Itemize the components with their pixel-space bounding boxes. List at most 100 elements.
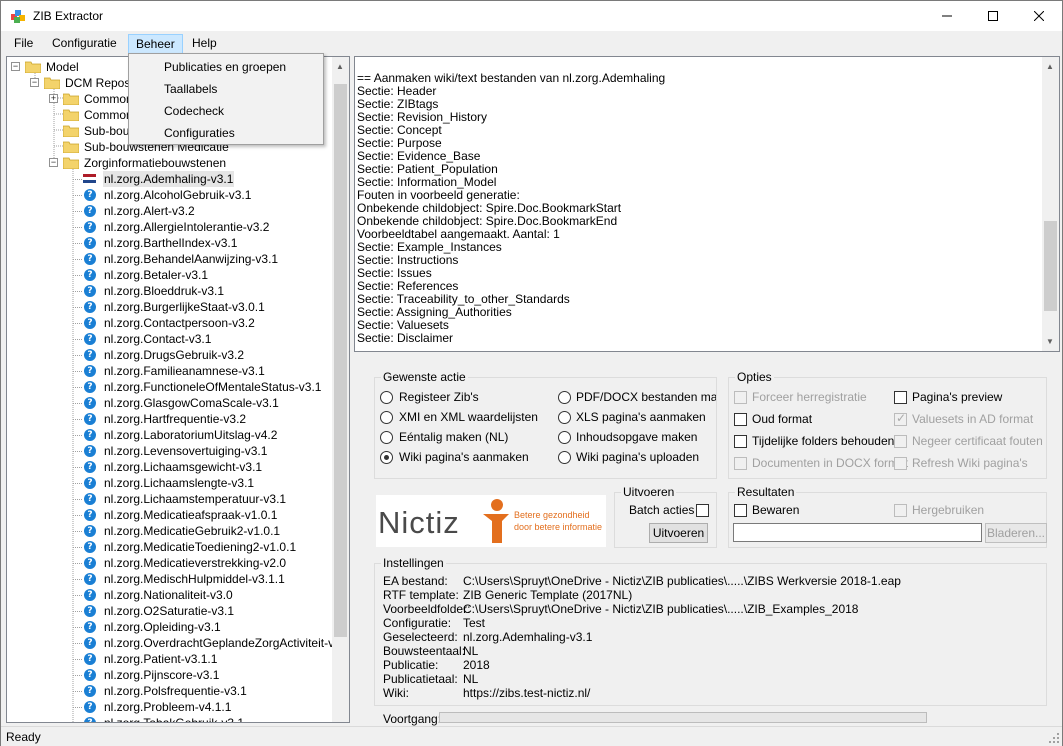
help-icon: ? [84, 285, 96, 297]
tree-label: nl.zorg.Levensovertuiging-v3.1 [104, 444, 268, 458]
collapse-icon[interactable]: − [30, 78, 39, 87]
uitvoeren-button[interactable]: Uitvoeren [649, 523, 708, 543]
instelling-value: Test [463, 616, 486, 630]
minimize-icon [942, 15, 952, 17]
tree-label: nl.zorg.Bloeddruk-v3.1 [104, 284, 225, 298]
help-icon: ? [84, 637, 96, 649]
maximize-button[interactable] [970, 1, 1016, 31]
resultaten-path-input[interactable] [733, 523, 982, 542]
tree-scrollbar[interactable]: ▲ [332, 57, 349, 722]
instelling-label: RTF template: [383, 588, 459, 602]
log-scrollbar[interactable]: ▲ ▼ [1042, 57, 1059, 351]
app-window: ZIB Extractor File Configuratie Beheer H… [0, 0, 1063, 746]
label-wiki-aanmaken: Wiki pagina's aanmaken [399, 450, 529, 464]
tree-label: nl.zorg.GlasgowComaScale-v3.1 [104, 396, 279, 410]
voortgang-label: Voortgang: [383, 712, 442, 726]
tree-label: nl.zorg.Medicatieverstrekking-v2.0 [104, 556, 287, 570]
tree-label: nl.zorg.Alert-v3.2 [104, 204, 195, 218]
tree-scroll-thumb[interactable] [334, 84, 347, 637]
help-icon: ? [84, 237, 96, 249]
radio-inhoudsopgave[interactable] [558, 431, 571, 444]
resize-grip-icon[interactable] [1048, 732, 1060, 744]
help-icon: ? [84, 349, 96, 361]
check-negeer-cert[interactable] [894, 435, 907, 448]
menu-file[interactable]: File [7, 34, 40, 54]
window-title: ZIB Extractor [33, 9, 104, 23]
menu-item-configuraties[interactable]: Configuraties [164, 126, 235, 140]
app-icon [11, 10, 25, 23]
menu-configuratie[interactable]: Configuratie [45, 34, 124, 54]
collapse-icon[interactable]: − [49, 158, 58, 167]
radio-wiki-uploaden[interactable] [558, 451, 571, 464]
check-valuesets-ad[interactable] [894, 411, 907, 426]
tree-label: Zorginformatiebouwstenen [84, 156, 227, 170]
scroll-down-icon[interactable]: ▼ [1046, 337, 1054, 346]
label-forceer: Forceer herregistratie [752, 390, 867, 404]
label-eentalig: Eéntalig maken (NL) [399, 430, 509, 444]
check-tijdelijke-folders[interactable] [734, 435, 747, 448]
model-tree[interactable]: − Model − DCM Reposit + Common CommonI Sub-bouw… [6, 56, 350, 723]
expand-icon[interactable]: + [49, 94, 58, 103]
radio-pdf-docx[interactable] [558, 391, 571, 404]
folder-icon [62, 93, 80, 106]
close-button[interactable] [1016, 1, 1062, 31]
check-batch-acties[interactable] [696, 504, 709, 517]
tree-label: nl.zorg.BehandelAanwijzing-v3.1 [104, 252, 279, 266]
minimize-button[interactable] [924, 1, 970, 31]
help-icon: ? [84, 493, 96, 505]
tree-label: nl.zorg.Lichaamsgewicht-v3.1 [104, 460, 263, 474]
resultaten-title: Resultaten [735, 485, 797, 499]
radio-registeer[interactable] [380, 391, 393, 404]
tree-label: Common [84, 92, 133, 106]
check-hergebruiken[interactable] [894, 504, 907, 517]
instelling-value: C:\Users\Spruyt\OneDrive - Nictiz\ZIB pu… [463, 574, 901, 588]
help-icon: ? [84, 189, 96, 201]
menu-item-publicaties[interactable]: Publicaties en groepen [164, 60, 286, 74]
radio-xmi[interactable] [380, 411, 393, 424]
help-icon: ? [84, 205, 96, 217]
tree-label: nl.zorg.MedicatieGebruik2-v1.0.1 [104, 524, 281, 538]
check-forceer[interactable] [734, 391, 747, 404]
scroll-up-icon[interactable]: ▲ [1046, 62, 1054, 71]
tree-label: nl.zorg.Nationaliteit-v3.0 [104, 588, 233, 602]
folder-icon [62, 157, 80, 170]
tree-label: nl.zorg.Opleiding-v3.1 [104, 620, 221, 634]
menu-help[interactable]: Help [185, 34, 224, 54]
instellingen-title: Instellingen [381, 556, 446, 570]
check-refresh-wiki[interactable] [894, 457, 907, 470]
tree-label: Model [46, 60, 79, 74]
log-scroll-thumb[interactable] [1044, 221, 1057, 311]
help-icon: ? [84, 365, 96, 377]
scroll-up-icon[interactable]: ▲ [336, 62, 344, 71]
check-preview[interactable] [894, 391, 907, 404]
tree-label: nl.zorg.O2Saturatie-v3.1 [104, 604, 235, 618]
radio-eentalig[interactable] [380, 431, 393, 444]
check-bewaren[interactable] [734, 504, 747, 517]
tree-label: nl.zorg.Lichaamstemperatuur-v3.1 [104, 492, 287, 506]
menu-item-codecheck[interactable]: Codecheck [164, 104, 224, 118]
menu-item-taallabels[interactable]: Taallabels [164, 82, 217, 96]
check-docx-format[interactable] [734, 457, 747, 470]
log-output[interactable]: == Aanmaken wiki/text bestanden van nl.z… [354, 56, 1060, 352]
instelling-value: C:\Users\Spruyt\OneDrive - Nictiz\ZIB pu… [463, 602, 859, 616]
help-icon: ? [84, 589, 96, 601]
label-xmi: XMI en XML waardelijsten [399, 410, 538, 424]
check-oud-format[interactable] [734, 413, 747, 426]
help-icon: ? [84, 301, 96, 313]
bladeren-button[interactable]: Bladeren... [985, 523, 1047, 543]
label-batch-acties: Batch acties [629, 503, 695, 517]
collapse-icon[interactable]: − [11, 62, 20, 71]
instelling-value: NL [463, 672, 479, 686]
help-icon: ? [84, 397, 96, 409]
menu-beheer[interactable]: Beheer [128, 34, 183, 54]
status-text: Ready [6, 730, 41, 744]
tree-label: nl.zorg.Hartfrequentie-v3.2 [104, 412, 247, 426]
instelling-label: Publicatie: [383, 658, 439, 672]
radio-xls[interactable] [558, 411, 571, 424]
tree-label: nl.zorg.LaboratoriumUitslag-v4.2 [104, 428, 278, 442]
tree-label: nl.zorg.Medicatieafspraak-v1.0.1 [104, 508, 278, 522]
instelling-value: 2018 [463, 658, 490, 672]
radio-wiki-aanmaken[interactable] [380, 451, 393, 464]
tree-label: nl.zorg.TabakGebruik-v3.1 [104, 716, 245, 723]
tree-label: nl.zorg.DrugsGebruik-v3.2 [104, 348, 245, 362]
